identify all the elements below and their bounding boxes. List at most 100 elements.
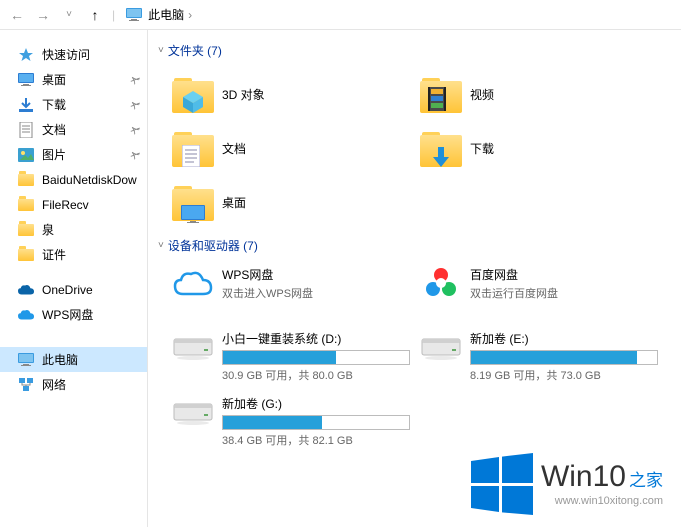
folder-item[interactable]: 下载 <box>420 121 668 175</box>
folder-icon <box>18 172 34 188</box>
sidebar-item-label: 文档 <box>42 121 66 138</box>
sidebar-item-label: 下载 <box>42 96 66 113</box>
drive-subtext: 双击进入WPS网盘 <box>222 285 410 301</box>
drives-section-header[interactable]: ˅ 设备和驱动器 (7) <box>158 237 681 254</box>
folder-label: 文档 <box>222 140 246 157</box>
drive-item[interactable]: 百度网盘双击运行百度网盘 <box>420 262 668 318</box>
nav-separator: | <box>112 8 115 22</box>
sidebar-item-folder[interactable]: BaiduNetdiskDow <box>0 167 147 192</box>
drive-subtext: 30.9 GB 可用，共 80.0 GB <box>222 367 410 383</box>
drive-name: 小白一键重装系统 (D:) <box>222 330 410 347</box>
star-icon <box>18 47 34 63</box>
nav-up-button[interactable]: ↑ <box>83 3 107 27</box>
nav-back-button[interactable]: ← <box>5 3 29 27</box>
folder-label: 视频 <box>470 86 494 103</box>
pin-icon: ⊀ <box>127 147 143 163</box>
sidebar-item-wpscloud[interactable]: WPS网盘 <box>0 302 147 327</box>
folder-label: 下载 <box>470 140 494 157</box>
drive-icon <box>172 326 214 368</box>
folder-icon <box>172 73 214 115</box>
drive-name: 新加卷 (E:) <box>470 330 658 347</box>
sidebar-item-label: FileRecv <box>42 198 89 212</box>
drive-icon <box>172 391 214 433</box>
drive-usage-bar <box>470 350 658 365</box>
sidebar-item-label: 网络 <box>42 376 66 393</box>
sidebar-item-label: 图片 <box>42 146 66 163</box>
folder-icon <box>420 127 462 169</box>
pc-icon <box>126 8 142 22</box>
drive-subtext: 8.19 GB 可用，共 73.0 GB <box>470 367 658 383</box>
windows-logo-icon <box>471 453 533 515</box>
watermark-title: Win10之家 <box>541 462 663 492</box>
sidebar-item-desktop[interactable]: 桌面 ⊀ <box>0 67 147 92</box>
folder-icon <box>18 197 34 213</box>
sidebar-item-document[interactable]: 文档 ⊀ <box>0 117 147 142</box>
download-icon <box>18 97 34 113</box>
sidebar-item-download[interactable]: 下载 ⊀ <box>0 92 147 117</box>
sidebar-item-star[interactable]: 快速访问 <box>0 42 147 67</box>
section-title-folders: 文件夹 (7) <box>168 42 222 59</box>
pin-icon: ⊀ <box>127 97 143 113</box>
folder-label: 3D 对象 <box>222 86 265 103</box>
drive-usage-bar <box>222 350 410 365</box>
nav-recent-button[interactable]: ˅ <box>57 3 81 27</box>
folder-item[interactable]: 3D 对象 <box>172 67 420 121</box>
pc-icon <box>18 352 34 368</box>
pin-icon: ⊀ <box>127 122 143 138</box>
sidebar-item-network[interactable]: 网络 <box>0 372 147 397</box>
drive-name: 百度网盘 <box>470 266 658 283</box>
onedrive-icon <box>18 282 34 298</box>
picture-icon <box>18 147 34 163</box>
drive-usage-bar <box>222 415 410 430</box>
watermark-url: www.win10xitong.com <box>541 495 663 507</box>
sidebar-item-label: 快速访问 <box>42 46 90 63</box>
drive-item[interactable]: WPS网盘双击进入WPS网盘 <box>172 262 420 318</box>
watermark: Win10之家 www.win10xitong.com <box>471 453 663 515</box>
sidebar-item-label: OneDrive <box>42 283 93 297</box>
drive-item[interactable]: 新加卷 (E:) 8.19 GB 可用，共 73.0 GB <box>420 326 668 383</box>
folder-label: 桌面 <box>222 194 246 211</box>
folder-item[interactable]: 视频 <box>420 67 668 121</box>
sidebar-item-folder[interactable]: 泉 <box>0 217 147 242</box>
sidebar-item-label: WPS网盘 <box>42 306 93 323</box>
drive-icon <box>420 326 462 368</box>
sidebar-item-pc[interactable]: 此电脑 <box>0 347 147 372</box>
folder-item[interactable]: 桌面 <box>172 175 420 229</box>
drive-subtext: 38.4 GB 可用，共 82.1 GB <box>222 432 410 448</box>
drive-item[interactable]: 小白一键重装系统 (D:) 30.9 GB 可用，共 80.0 GB <box>172 326 420 383</box>
chevron-down-icon: ˅ <box>158 240 164 251</box>
drive-item[interactable]: 新加卷 (G:) 38.4 GB 可用，共 82.1 GB <box>172 391 420 448</box>
folder-icon <box>420 73 462 115</box>
network-icon <box>18 377 34 393</box>
sidebar-item-label: 桌面 <box>42 71 66 88</box>
chevron-down-icon: ˅ <box>158 45 164 56</box>
drive-icon <box>172 262 214 304</box>
sidebar-item-folder[interactable]: FileRecv <box>0 192 147 217</box>
folder-icon <box>18 247 34 263</box>
breadcrumb-location: 此电脑 <box>148 6 184 23</box>
drive-subtext: 双击运行百度网盘 <box>470 285 658 301</box>
sidebar-item-label: 泉 <box>42 221 54 238</box>
folder-icon <box>172 127 214 169</box>
sidebar-item-label: BaiduNetdiskDow <box>42 173 137 187</box>
pin-icon: ⊀ <box>127 72 143 88</box>
sidebar-item-folder[interactable]: 证件 <box>0 242 147 267</box>
breadcrumb[interactable]: 此电脑 › <box>126 6 196 23</box>
sidebar-item-label: 证件 <box>42 246 66 263</box>
folder-item[interactable]: 文档 <box>172 121 420 175</box>
chevron-right-icon[interactable]: › <box>188 8 192 22</box>
sidebar-item-label: 此电脑 <box>42 351 78 368</box>
nav-forward-button[interactable]: → <box>31 3 55 27</box>
sidebar-item-picture[interactable]: 图片 ⊀ <box>0 142 147 167</box>
wpscloud-icon <box>18 307 34 323</box>
drive-name: WPS网盘 <box>222 266 410 283</box>
section-title-drives: 设备和驱动器 (7) <box>168 237 258 254</box>
document-icon <box>18 122 34 138</box>
drive-icon <box>420 262 462 304</box>
folder-icon <box>18 222 34 238</box>
folders-section-header[interactable]: ˅ 文件夹 (7) <box>158 42 681 59</box>
drive-name: 新加卷 (G:) <box>222 395 410 412</box>
desktop-icon <box>18 72 34 88</box>
sidebar-item-onedrive[interactable]: OneDrive <box>0 277 147 302</box>
folder-icon <box>172 181 214 223</box>
